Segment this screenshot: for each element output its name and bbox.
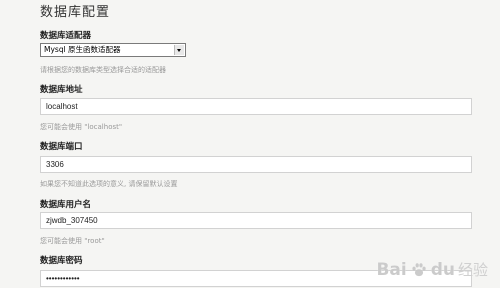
port-label: 数据库端口	[40, 142, 83, 152]
adapter-selected-value: Mysql 原生函数适配器	[44, 45, 121, 54]
user-hint: 您可能会使用 "root"	[40, 237, 105, 245]
user-label: 数据库用户名	[40, 200, 92, 210]
paw-icon	[412, 262, 426, 276]
user-input[interactable]: zjwdb_307450	[40, 212, 472, 229]
watermark-cn: 经验	[457, 261, 488, 279]
host-input[interactable]: localhost	[40, 98, 472, 115]
dropdown-arrow-icon[interactable]	[174, 45, 184, 55]
page-title: 数据库配置	[40, 5, 111, 20]
db-config-page: 数据库配置 数据库适配器 Mysql 原生函数适配器 请根据您的数据库类型选择合…	[0, 0, 500, 288]
watermark-brand-suffix: du	[430, 259, 455, 280]
adapter-select[interactable]: Mysql 原生函数适配器	[40, 43, 186, 57]
port-hint: 如果您不知道此选项的意义, 请保留默认设置	[40, 180, 178, 188]
adapter-label: 数据库适配器	[40, 31, 92, 41]
baidu-watermark: Bai du 经验	[376, 259, 488, 280]
port-input[interactable]: 3306	[40, 156, 472, 173]
password-label: 数据库密码	[40, 256, 83, 266]
adapter-hint: 请根据您的数据库类型选择合适的适配器	[40, 66, 166, 74]
watermark-brand: Bai	[376, 259, 407, 280]
host-hint: 您可能会使用 "localhost"	[40, 123, 123, 131]
host-label: 数据库地址	[40, 85, 83, 95]
